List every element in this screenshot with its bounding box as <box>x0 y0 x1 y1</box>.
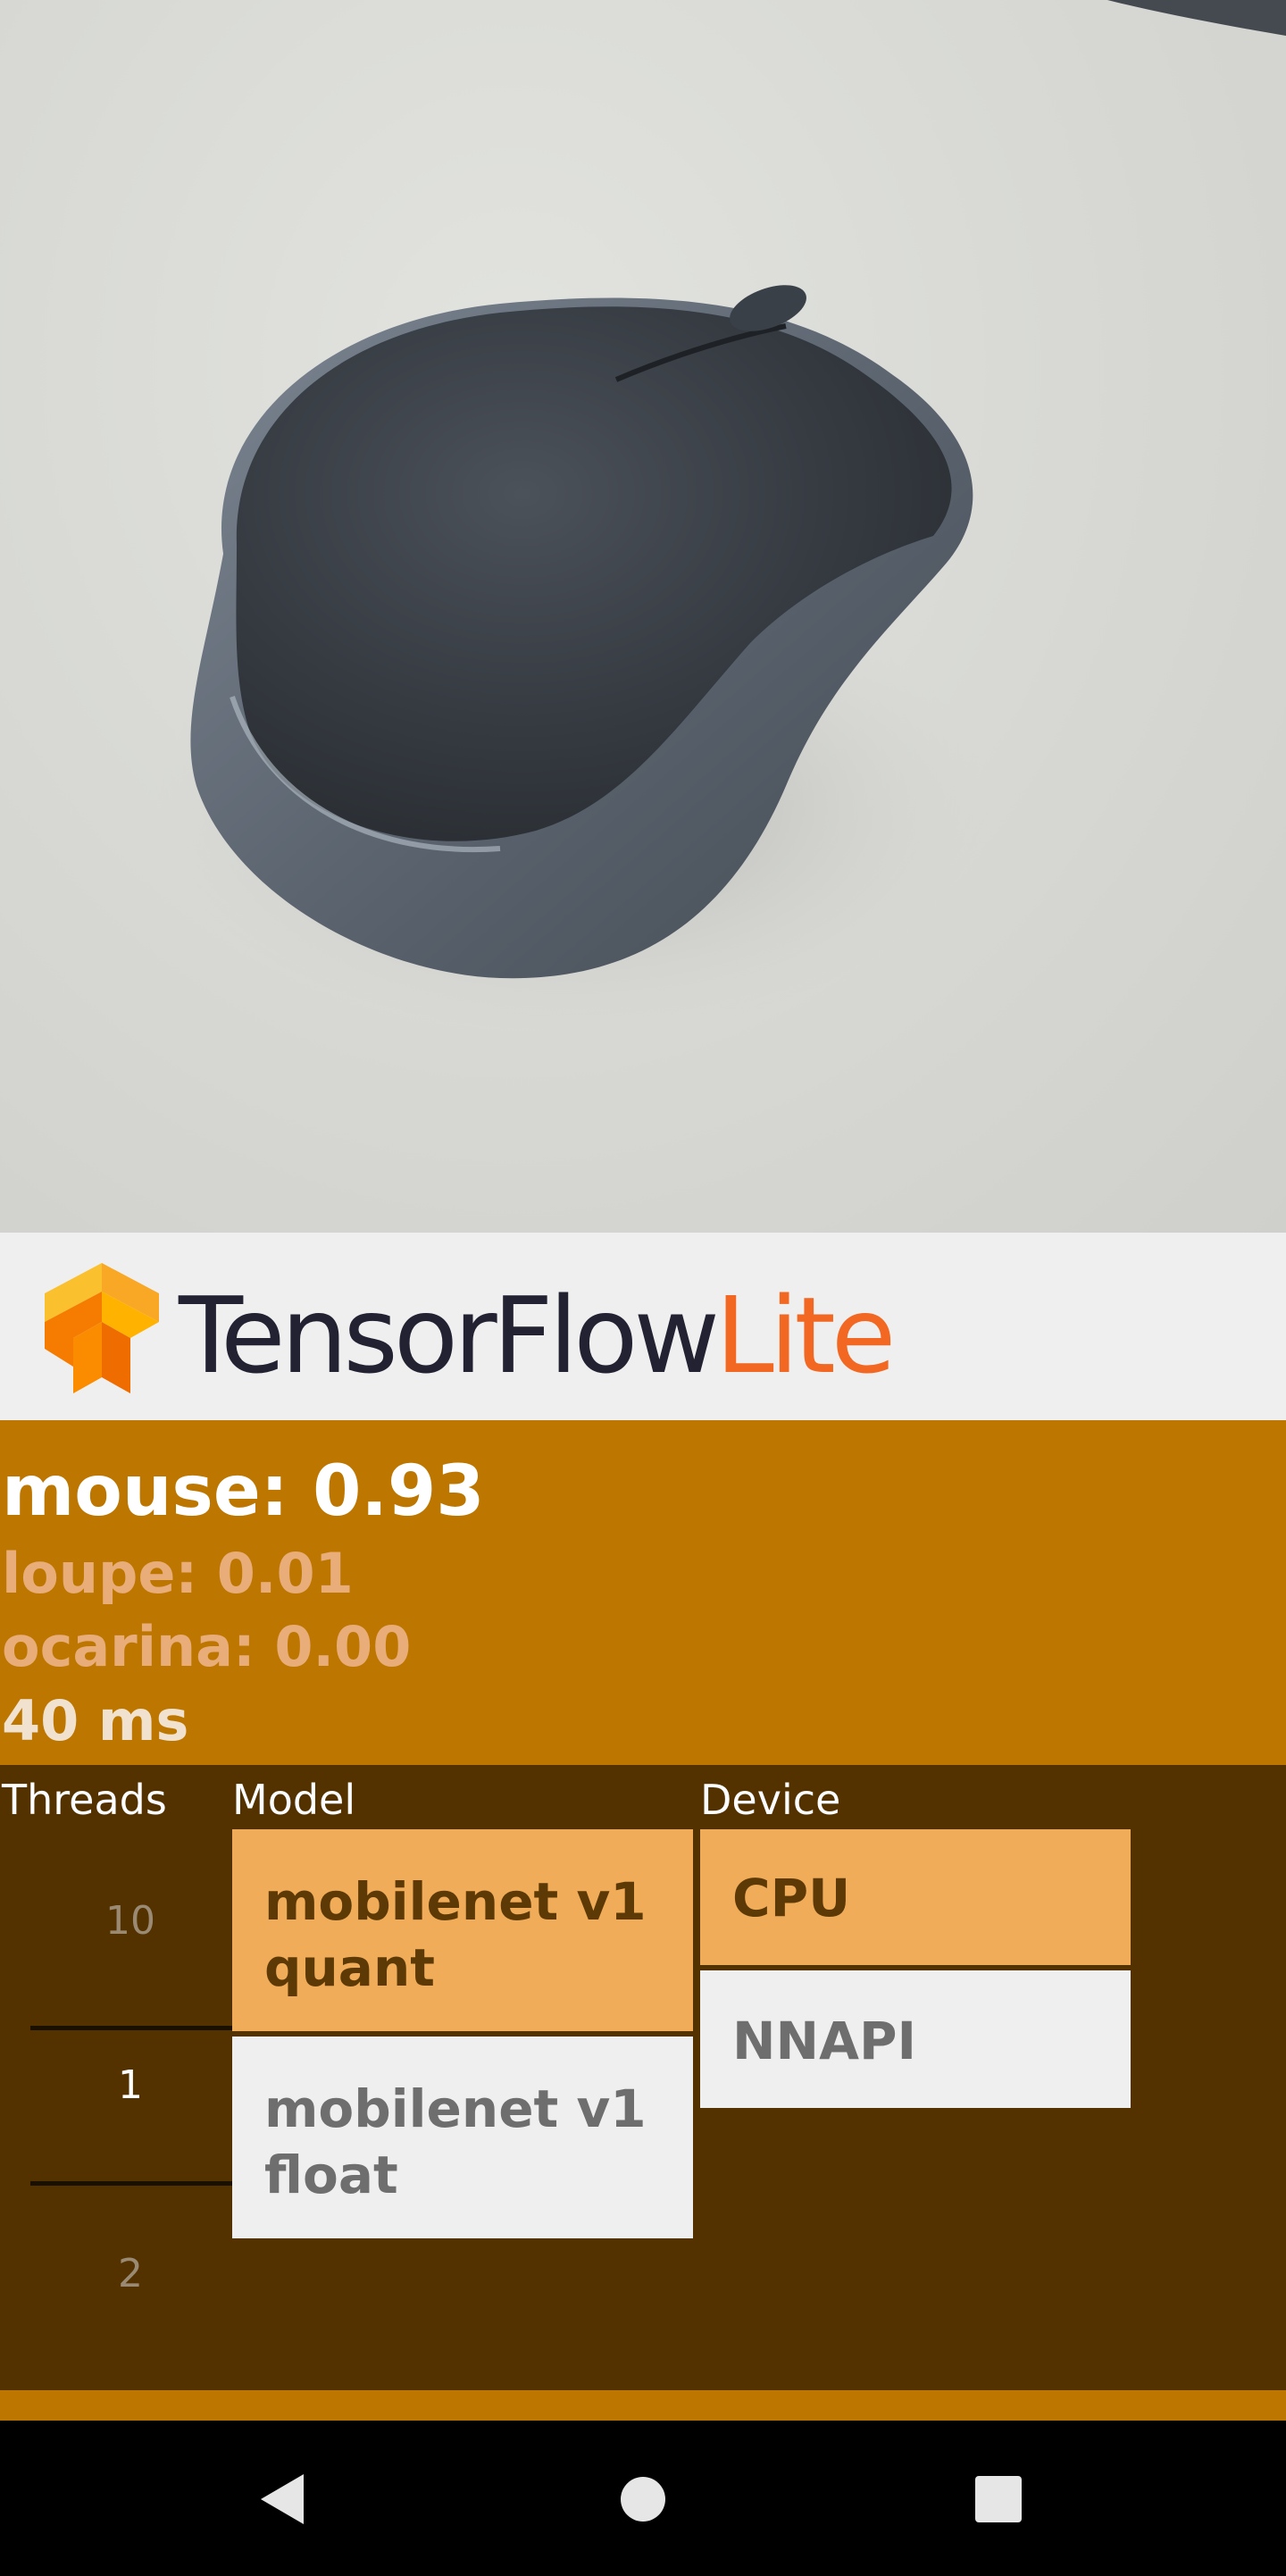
recents-icon[interactable] <box>975 2476 1022 2522</box>
picker-divider <box>30 2181 232 2186</box>
second-result: loupe: 0.01 <box>2 1541 354 1606</box>
picker-divider <box>30 2026 232 2030</box>
device-option-cpu[interactable]: CPU <box>700 1829 1131 1965</box>
threads-label: Threads <box>2 1776 167 1824</box>
results-panel: mouse: 0.93 loupe: 0.01 ocarina: 0.00 40… <box>0 1420 1286 1765</box>
brand-title: TensorFlowLite <box>179 1282 896 1389</box>
brand-secondary: Lite <box>714 1274 896 1397</box>
model-label: Model <box>232 1776 356 1824</box>
device-option-nnapi[interactable]: NNAPI <box>700 1970 1131 2108</box>
third-result: ocarina: 0.00 <box>2 1614 412 1679</box>
device-label: Device <box>700 1776 841 1824</box>
back-icon[interactable] <box>261 2474 304 2524</box>
threads-option-selected[interactable]: 1 <box>14 2063 246 2108</box>
inference-time: 40 ms <box>2 1688 189 1753</box>
brand-primary: TensorFlow <box>179 1274 720 1397</box>
threads-option[interactable]: 10 <box>14 1899 246 1944</box>
model-option-float[interactable]: mobilenet v1 float <box>232 2037 693 2238</box>
camera-preview <box>0 0 1286 1233</box>
tensorflow-logo-icon <box>45 1263 159 1393</box>
top-result: mouse: 0.93 <box>2 1451 485 1532</box>
navigation-bar <box>0 2421 1286 2572</box>
model-option-quant[interactable]: mobilenet v1 quant <box>232 1829 693 2031</box>
home-icon[interactable] <box>621 2477 665 2522</box>
mouse-photo <box>152 0 1286 1036</box>
threads-option[interactable]: 2 <box>14 2252 246 2296</box>
bottom-accent-strip <box>0 2390 1286 2421</box>
controls-panel: Threads Model Device 10 1 2 mobilenet v1… <box>0 1765 1286 2390</box>
